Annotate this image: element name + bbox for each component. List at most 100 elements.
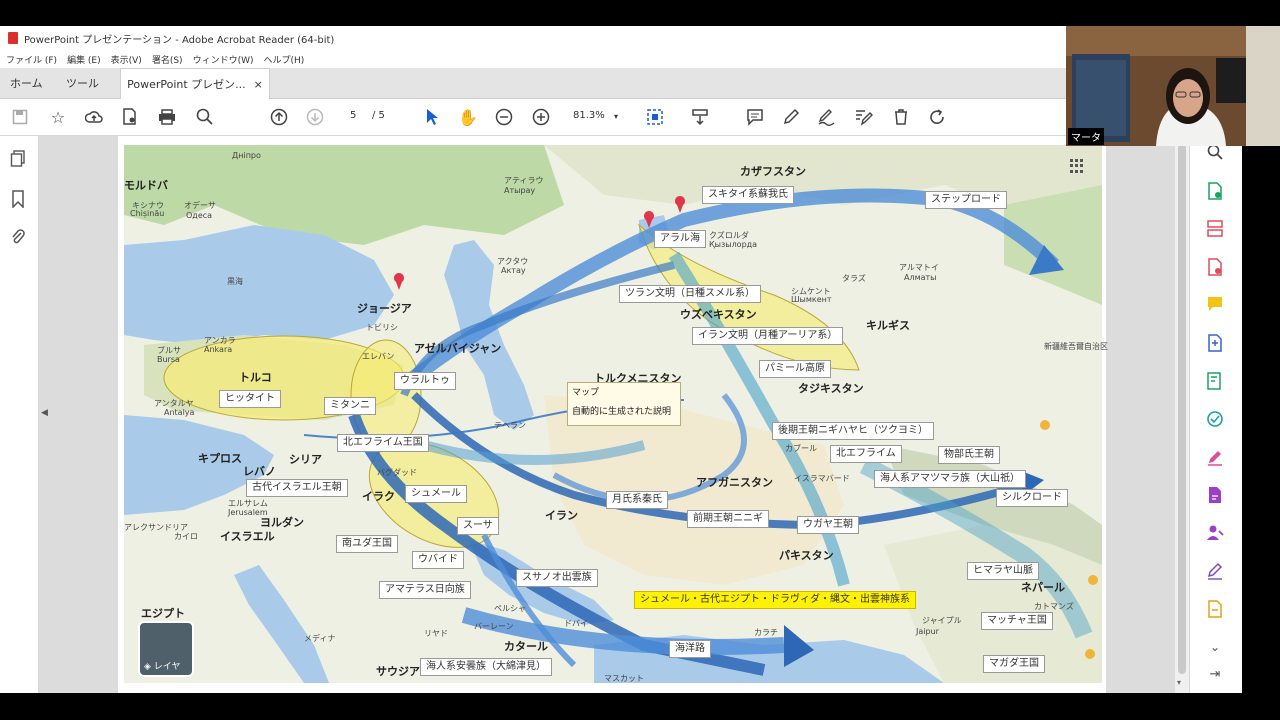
print-icon[interactable] — [155, 105, 179, 129]
organize-pages-icon[interactable] — [1204, 220, 1226, 242]
menu-sign[interactable]: 署名(S) — [152, 53, 183, 66]
sea-black-sea: 黒海 — [227, 277, 243, 286]
label-silk-road: シルクロード — [996, 489, 1068, 507]
city-atyrau: Атырау — [504, 186, 536, 195]
attachment-icon[interactable] — [8, 228, 28, 248]
comment-tool-icon[interactable] — [1204, 296, 1226, 318]
scan-ocr-icon[interactable] — [1204, 410, 1226, 432]
layers-button[interactable]: ◈ レイヤ — [138, 621, 194, 677]
country-turkey: トルコ — [239, 371, 272, 384]
city-almaty-jp: アルマトイ — [899, 263, 939, 272]
country-georgia: ジョージア — [357, 302, 412, 315]
label-north-ephraim-kingdom: 北エフライム王国 — [337, 434, 429, 452]
fill-sign-icon[interactable] — [852, 105, 876, 129]
menu-file[interactable]: ファイル (F) — [6, 53, 57, 66]
city-muscat-jp: マスカット — [604, 674, 644, 683]
country-lebanon: レバノ — [243, 465, 276, 478]
city-baghdad-jp: バグダッド — [377, 468, 417, 477]
scrollbar-thumb[interactable] — [1178, 144, 1186, 674]
webcam-overlay: マータ — [1066, 26, 1280, 146]
label-yuezhi: 月氏系秦氏 — [606, 491, 668, 509]
scroll-mode-icon[interactable] — [688, 105, 712, 129]
city-odesa-jp: オデーサ — [184, 201, 216, 210]
city-kathmandu-jp: カトマンズ — [1034, 602, 1074, 611]
collapse-tools-icon[interactable]: ⇥ — [1204, 664, 1226, 686]
tooltip-title: マップ — [572, 388, 600, 398]
city-tehran-jp: テヘラン — [494, 421, 526, 430]
country-iran: イラン — [545, 509, 578, 522]
file-search-icon[interactable] — [118, 105, 142, 129]
city-odesa: Одеса — [186, 211, 213, 220]
right-tools-pane: ⌄ ⇥ — [1189, 136, 1242, 693]
trash-icon[interactable] — [889, 105, 913, 129]
country-nepal: ネパール — [1021, 581, 1065, 594]
label-aral-sea: アラル海 — [654, 230, 706, 248]
zoom-out-icon[interactable] — [492, 105, 516, 129]
zoom-search-icon[interactable] — [193, 105, 217, 129]
menu-edit[interactable]: 編集 (E) — [67, 53, 101, 66]
next-page-icon[interactable] — [303, 105, 327, 129]
country-israel: イスラエル — [220, 530, 275, 543]
edit-pdf-icon[interactable] — [1204, 372, 1226, 394]
title-bar: PowerPoint プレゼンテーション - Adobe Acrobat Rea… — [0, 26, 1066, 50]
vertical-scrollbar[interactable]: ▾ — [1175, 136, 1189, 693]
city-dnipro: Дніпро — [232, 151, 261, 160]
previous-page-icon[interactable] — [267, 105, 291, 129]
label-pamir: パミール高原 — [759, 360, 831, 378]
label-sumer-egypt: シュメール・古代エジプト・ドラヴィダ・縄文・出雲神族系 — [634, 591, 916, 609]
rotate-icon[interactable] — [925, 105, 949, 129]
tab-tools[interactable]: ツール — [66, 68, 99, 98]
tab-home[interactable]: ホーム — [10, 68, 43, 98]
webcam-name: マータ — [1068, 128, 1104, 145]
fit-page-icon[interactable] — [643, 105, 667, 129]
page-number-input[interactable]: 5 — [350, 110, 356, 121]
select-arrow-icon[interactable] — [420, 105, 444, 129]
label-ancient-israel: 古代イスラエル王朝 — [246, 479, 348, 497]
scroll-down-icon[interactable]: ▾ — [1177, 678, 1181, 687]
city-jaipur: Jaipur — [916, 627, 939, 636]
upload-cloud-icon[interactable] — [82, 105, 106, 129]
menu-help[interactable]: ヘルプ(H) — [264, 53, 305, 66]
zoom-in-icon[interactable] — [529, 105, 553, 129]
create-pdf-icon[interactable] — [1204, 258, 1226, 280]
city-islamabad-jp: イスラマバード — [794, 474, 850, 483]
menu-view[interactable]: 表示(V) — [111, 53, 142, 66]
apps-grid-icon[interactable] — [1070, 159, 1084, 173]
collapse-left-pane-icon[interactable]: ◀ — [41, 408, 49, 420]
combine-files-icon[interactable] — [1204, 334, 1226, 356]
label-south-judah: 南ユダ王国 — [336, 535, 398, 553]
request-signature-icon[interactable] — [1204, 524, 1226, 546]
label-susa: スーサ — [457, 517, 499, 535]
country-egypt: エジプト — [141, 607, 185, 620]
tab-document[interactable]: PowerPoint プレゼン... × — [120, 68, 270, 99]
hand-tool-icon[interactable]: ✋ — [456, 105, 480, 129]
label-magadha: マガダ王国 — [983, 655, 1045, 673]
label-later-dynasty: 後期王朝ニギハヤヒ（ツクヨミ） — [772, 422, 934, 440]
pen-icon[interactable] — [779, 105, 803, 129]
country-uzbekistan: ウズベキスタン — [680, 308, 757, 321]
city-alexandria-jp: アレクサンドリア — [124, 523, 188, 532]
comment-icon[interactable] — [743, 105, 767, 129]
search-icon[interactable] — [1204, 144, 1226, 166]
chevron-down-icon[interactable]: ⌄ — [1204, 636, 1226, 658]
bookmark-icon[interactable] — [8, 190, 28, 210]
zoom-dropdown-icon[interactable]: ▾ — [614, 112, 618, 121]
protect-icon[interactable] — [1204, 486, 1226, 508]
more-tools-icon[interactable] — [1204, 600, 1226, 622]
save-icon[interactable] — [8, 105, 32, 129]
export-pdf-icon[interactable] — [1204, 182, 1226, 204]
zoom-level[interactable]: 81.3% — [573, 110, 605, 121]
pages-thumbnail-icon[interactable] — [8, 150, 28, 170]
label-ugaya: ウガヤ王朝 — [797, 516, 859, 534]
menu-window[interactable]: ウィンドウ(W) — [193, 53, 254, 66]
star-icon[interactable]: ☆ — [46, 105, 70, 129]
close-tab-icon[interactable]: × — [254, 78, 263, 91]
city-atyrau-jp: アティラウ — [504, 176, 544, 185]
sign-pen-icon[interactable] — [1204, 562, 1226, 584]
label-sumer: シュメール — [405, 485, 467, 503]
city-bursa: Bursa — [157, 355, 180, 364]
city-riyadh-jp: リヤド — [424, 629, 448, 638]
signature-icon[interactable] — [815, 105, 839, 129]
fill-sign-tool-icon[interactable] — [1204, 448, 1226, 470]
country-tajikistan: タジキスタン — [798, 382, 864, 395]
